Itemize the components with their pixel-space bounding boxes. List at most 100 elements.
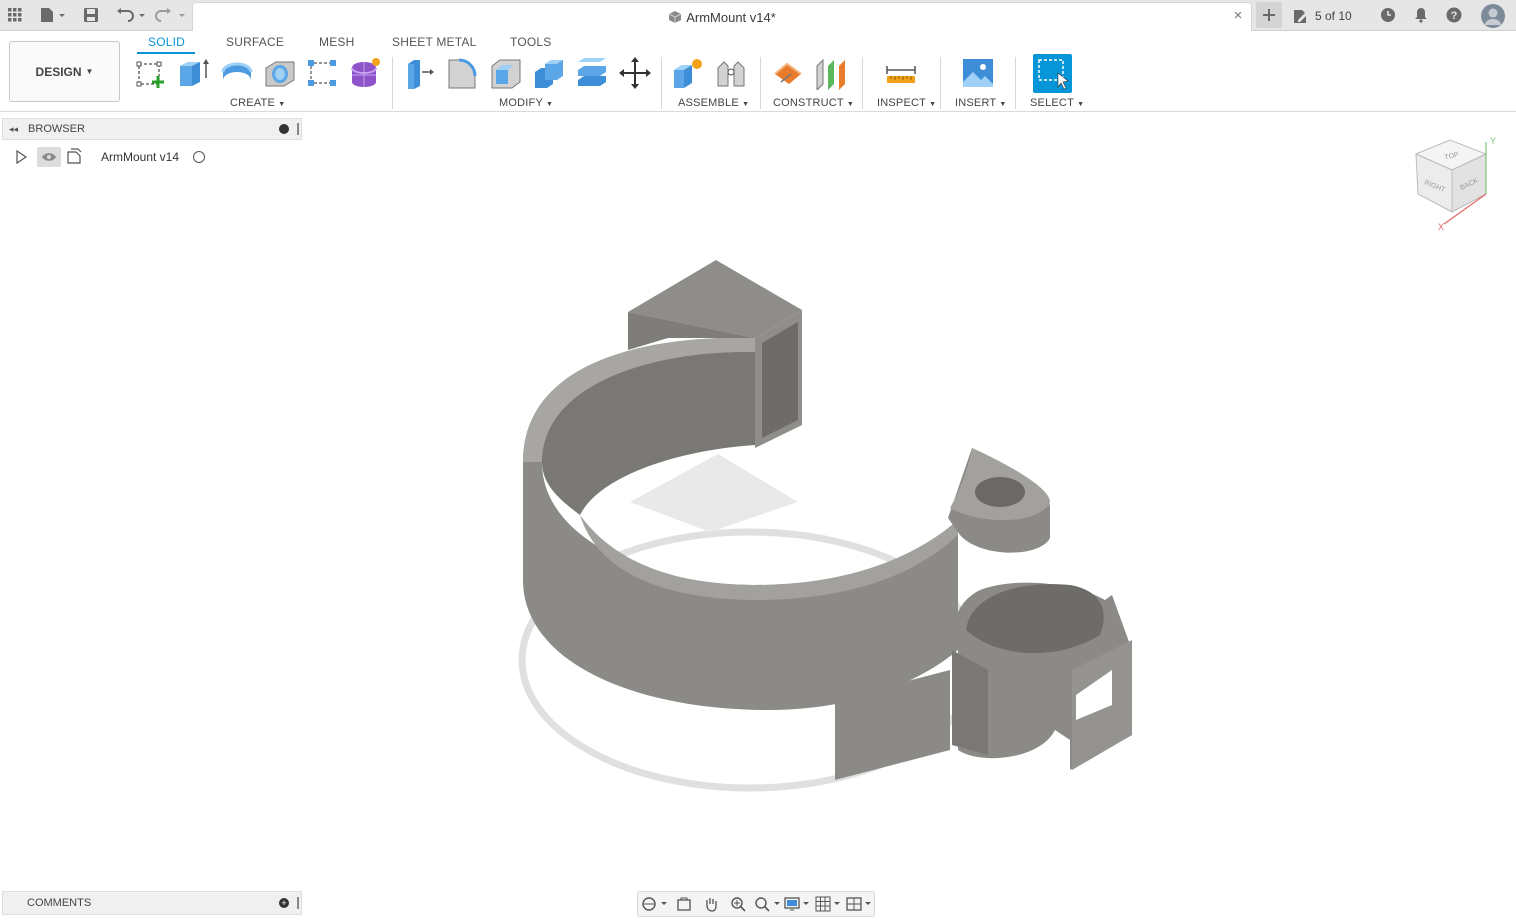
pattern-icon — [308, 60, 336, 86]
zoom-window-icon[interactable] — [751, 893, 782, 915]
caret-down-icon: ▼ — [546, 101, 554, 108]
sketch-icon — [136, 61, 164, 88]
fillet-icon — [448, 58, 477, 89]
caret-down-icon: ▼ — [999, 101, 1007, 108]
create-sketch-tool[interactable] — [133, 55, 169, 91]
pattern-tool[interactable] — [304, 55, 340, 91]
viewcube[interactable]: TOP RIGHT BACK Y X — [1408, 134, 1500, 234]
close-tab-icon[interactable]: × — [1231, 8, 1245, 23]
joint-tool[interactable] — [713, 55, 749, 91]
group-separator — [940, 57, 941, 109]
workspace-label: DESIGN — [35, 64, 82, 79]
job-status[interactable]: 5 of 10 — [1292, 0, 1352, 31]
mount-ear-hole — [975, 477, 1025, 507]
document-title-text: ArmMount v14* — [686, 10, 776, 25]
panel-resize-handle[interactable] — [297, 897, 299, 909]
tab-solid[interactable]: SOLID — [148, 35, 185, 49]
move-copy-tool[interactable] — [617, 55, 653, 91]
fillet-tool[interactable] — [444, 55, 480, 91]
redo-icon[interactable] — [154, 4, 188, 26]
modify-group-label[interactable]: MODIFY ▼ — [499, 97, 553, 109]
offset-face-tool[interactable] — [574, 55, 610, 91]
revolve-icon — [221, 62, 253, 83]
offset-plane-tool[interactable] — [770, 55, 806, 91]
comments-panel[interactable]: COMMENTS + — [2, 891, 302, 915]
caret-down-icon: ▼ — [278, 101, 286, 108]
insert-image-tool[interactable] — [960, 55, 996, 91]
pan-hand-icon[interactable] — [697, 893, 724, 915]
midplane-tool[interactable] — [813, 55, 849, 91]
move-icon — [619, 57, 651, 89]
revolve-tool[interactable] — [219, 55, 255, 91]
notifications-icon[interactable] — [1411, 4, 1431, 26]
extrude-tool[interactable] — [175, 55, 211, 91]
job-status-icon — [1294, 9, 1308, 23]
form-icon — [351, 58, 380, 87]
construct-label: CONSTRUCT — [773, 97, 844, 109]
new-tab-button[interactable] — [1256, 2, 1282, 28]
group-separator — [392, 57, 393, 109]
browser-root-item[interactable]: ArmMount v14 — [14, 146, 206, 168]
display-settings-icon[interactable] — [782, 893, 813, 915]
assemble-group-label[interactable]: ASSEMBLE ▼ — [678, 97, 749, 109]
select-label: SELECT — [1030, 97, 1074, 109]
activate-radio-icon[interactable] — [193, 151, 206, 163]
shell-tool[interactable] — [488, 55, 524, 91]
file-menu-icon[interactable] — [38, 4, 68, 26]
create-group-label[interactable]: CREATE ▼ — [230, 97, 285, 109]
browser-title: BROWSER — [28, 123, 85, 135]
tab-sheet-metal[interactable]: SHEET METAL — [392, 35, 476, 49]
zoom-icon[interactable] — [724, 893, 751, 915]
select-group-label[interactable]: SELECT ▼ — [1030, 97, 1084, 109]
orbit-icon[interactable] — [638, 893, 671, 915]
insert-group-label[interactable]: INSERT ▼ — [955, 97, 1007, 109]
measure-tool[interactable] — [883, 55, 919, 91]
model-viewport[interactable] — [480, 240, 1180, 820]
user-avatar[interactable] — [1480, 3, 1506, 29]
look-at-icon[interactable] — [671, 893, 698, 915]
workspace-switcher[interactable]: DESIGN ▼ — [9, 41, 120, 102]
tab-surface[interactable]: SURFACE — [226, 35, 284, 49]
component-icon — [668, 11, 682, 23]
viewports-icon[interactable] — [843, 893, 874, 915]
inspect-group-label[interactable]: INSPECT ▼ — [877, 97, 936, 109]
expand-arrow-icon[interactable] — [14, 150, 28, 164]
extrude-icon — [180, 59, 209, 86]
create-label: CREATE — [230, 97, 276, 109]
midplane-icon — [816, 58, 845, 90]
offset-face-icon — [578, 58, 606, 86]
grid-settings-icon[interactable] — [813, 893, 844, 915]
hole-tool[interactable] — [262, 55, 298, 91]
press-pull-tool[interactable] — [401, 55, 437, 91]
caret-down-icon: ▼ — [85, 67, 94, 76]
document-settings-icon[interactable] — [65, 147, 83, 168]
inspect-label: INSPECT — [877, 97, 926, 109]
caret-down-icon: ▼ — [846, 101, 855, 108]
select-tool[interactable] — [1033, 54, 1072, 93]
construct-group-label[interactable]: CONSTRUCT ▼ — [773, 97, 854, 109]
group-separator — [1015, 57, 1016, 109]
new-component-tool[interactable] — [670, 55, 706, 91]
clock-icon[interactable] — [1378, 4, 1398, 26]
undo-icon[interactable] — [114, 4, 148, 26]
collapse-panel-icon[interactable]: ◂◂ — [9, 124, 18, 135]
save-icon[interactable] — [82, 4, 100, 26]
combine-tool[interactable] — [531, 55, 567, 91]
square-shadow — [630, 454, 798, 532]
app-grid-icon[interactable] — [6, 4, 24, 26]
modify-label: MODIFY — [499, 97, 543, 109]
tab-tools[interactable]: TOOLS — [510, 35, 551, 49]
panel-resize-handle[interactable] — [297, 123, 299, 135]
add-comment-icon[interactable]: + — [279, 898, 289, 908]
browser-collapse-icon[interactable] — [279, 124, 289, 134]
press-pull-icon — [408, 60, 434, 89]
help-icon[interactable]: ? — [1444, 4, 1464, 26]
document-tab[interactable]: ArmMount v14* × — [192, 2, 1252, 31]
tab-mesh[interactable]: MESH — [319, 35, 354, 49]
visibility-eye-icon[interactable] — [37, 147, 61, 167]
browser-panel-header[interactable]: ◂◂ BROWSER — [2, 118, 302, 140]
create-form-tool[interactable] — [347, 55, 383, 91]
combine-icon — [535, 60, 563, 88]
measure-icon — [886, 66, 916, 83]
y-axis-label: Y — [1490, 136, 1496, 146]
